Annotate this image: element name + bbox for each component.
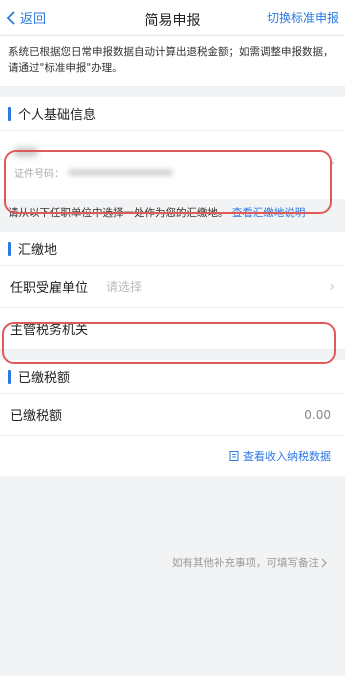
remit-helper-text: 请从以下任职单位中选择一处作为您的汇缴地。 查看汇缴地说明 bbox=[0, 199, 345, 232]
helper-text: 请从以下任职单位中选择一处作为您的汇缴地。 bbox=[8, 207, 229, 219]
view-income-link-row[interactable]: 查看收入纳税数据 bbox=[0, 436, 345, 476]
nav-bar: 返回 简易申报 切换标准申报 bbox=[0, 0, 345, 36]
section-personal-info: 个人基础信息 bbox=[0, 97, 345, 131]
tax-office-label: 主管税务机关 bbox=[10, 323, 89, 338]
chevron-right-icon: › bbox=[329, 155, 335, 171]
section-remit: 汇缴地 bbox=[0, 232, 345, 266]
auto-calc-notice: 系统已根据您日常申报数据自动计算出退税金额；如需调整申报数据，请通过"标准申报"… bbox=[0, 36, 345, 87]
chevron-left-icon bbox=[6, 10, 15, 25]
document-icon bbox=[229, 451, 239, 461]
paid-tax-value: 0.00 bbox=[304, 407, 331, 422]
back-label: 返回 bbox=[20, 12, 47, 27]
section-paid-tax: 已缴税额 bbox=[0, 360, 345, 394]
section-accent-bar bbox=[8, 241, 11, 256]
back-button[interactable]: 返回 bbox=[4, 8, 46, 27]
id-number-label: 证件号码： bbox=[14, 169, 64, 180]
taxpayer-card[interactable]: 证件号码： › bbox=[0, 131, 345, 199]
redacted-id-number bbox=[68, 169, 173, 176]
remark-link[interactable]: 如有其他补充事项，可填写备注 bbox=[172, 555, 329, 570]
section-title: 已缴税额 bbox=[18, 371, 71, 386]
paid-tax-label: 已缴税额 bbox=[10, 409, 63, 424]
tax-office-row: 主管税务机关 bbox=[0, 308, 345, 350]
section-accent-bar bbox=[8, 106, 11, 121]
employer-label: 任职受雇单位 bbox=[10, 281, 89, 296]
paid-tax-row: 已缴税额 0.00 bbox=[0, 394, 345, 436]
section-title: 汇缴地 bbox=[18, 243, 58, 258]
chevron-right-icon bbox=[321, 558, 327, 567]
remit-explanation-link[interactable]: 查看汇缴地说明 bbox=[232, 207, 306, 219]
redacted-name bbox=[14, 147, 38, 157]
remark-text: 如有其他补充事项，可填写备注 bbox=[172, 557, 319, 569]
switch-standard-button[interactable]: 切换标准申报 bbox=[267, 9, 339, 26]
section-title: 个人基础信息 bbox=[18, 108, 97, 123]
chevron-right-icon: › bbox=[329, 279, 335, 295]
employer-placeholder: 请选择 bbox=[106, 280, 143, 294]
section-accent-bar bbox=[8, 369, 11, 384]
view-income-tax-data-link[interactable]: 查看收入纳税数据 bbox=[243, 448, 331, 464]
employer-select-row[interactable]: 任职受雇单位 请选择 › bbox=[0, 266, 345, 308]
